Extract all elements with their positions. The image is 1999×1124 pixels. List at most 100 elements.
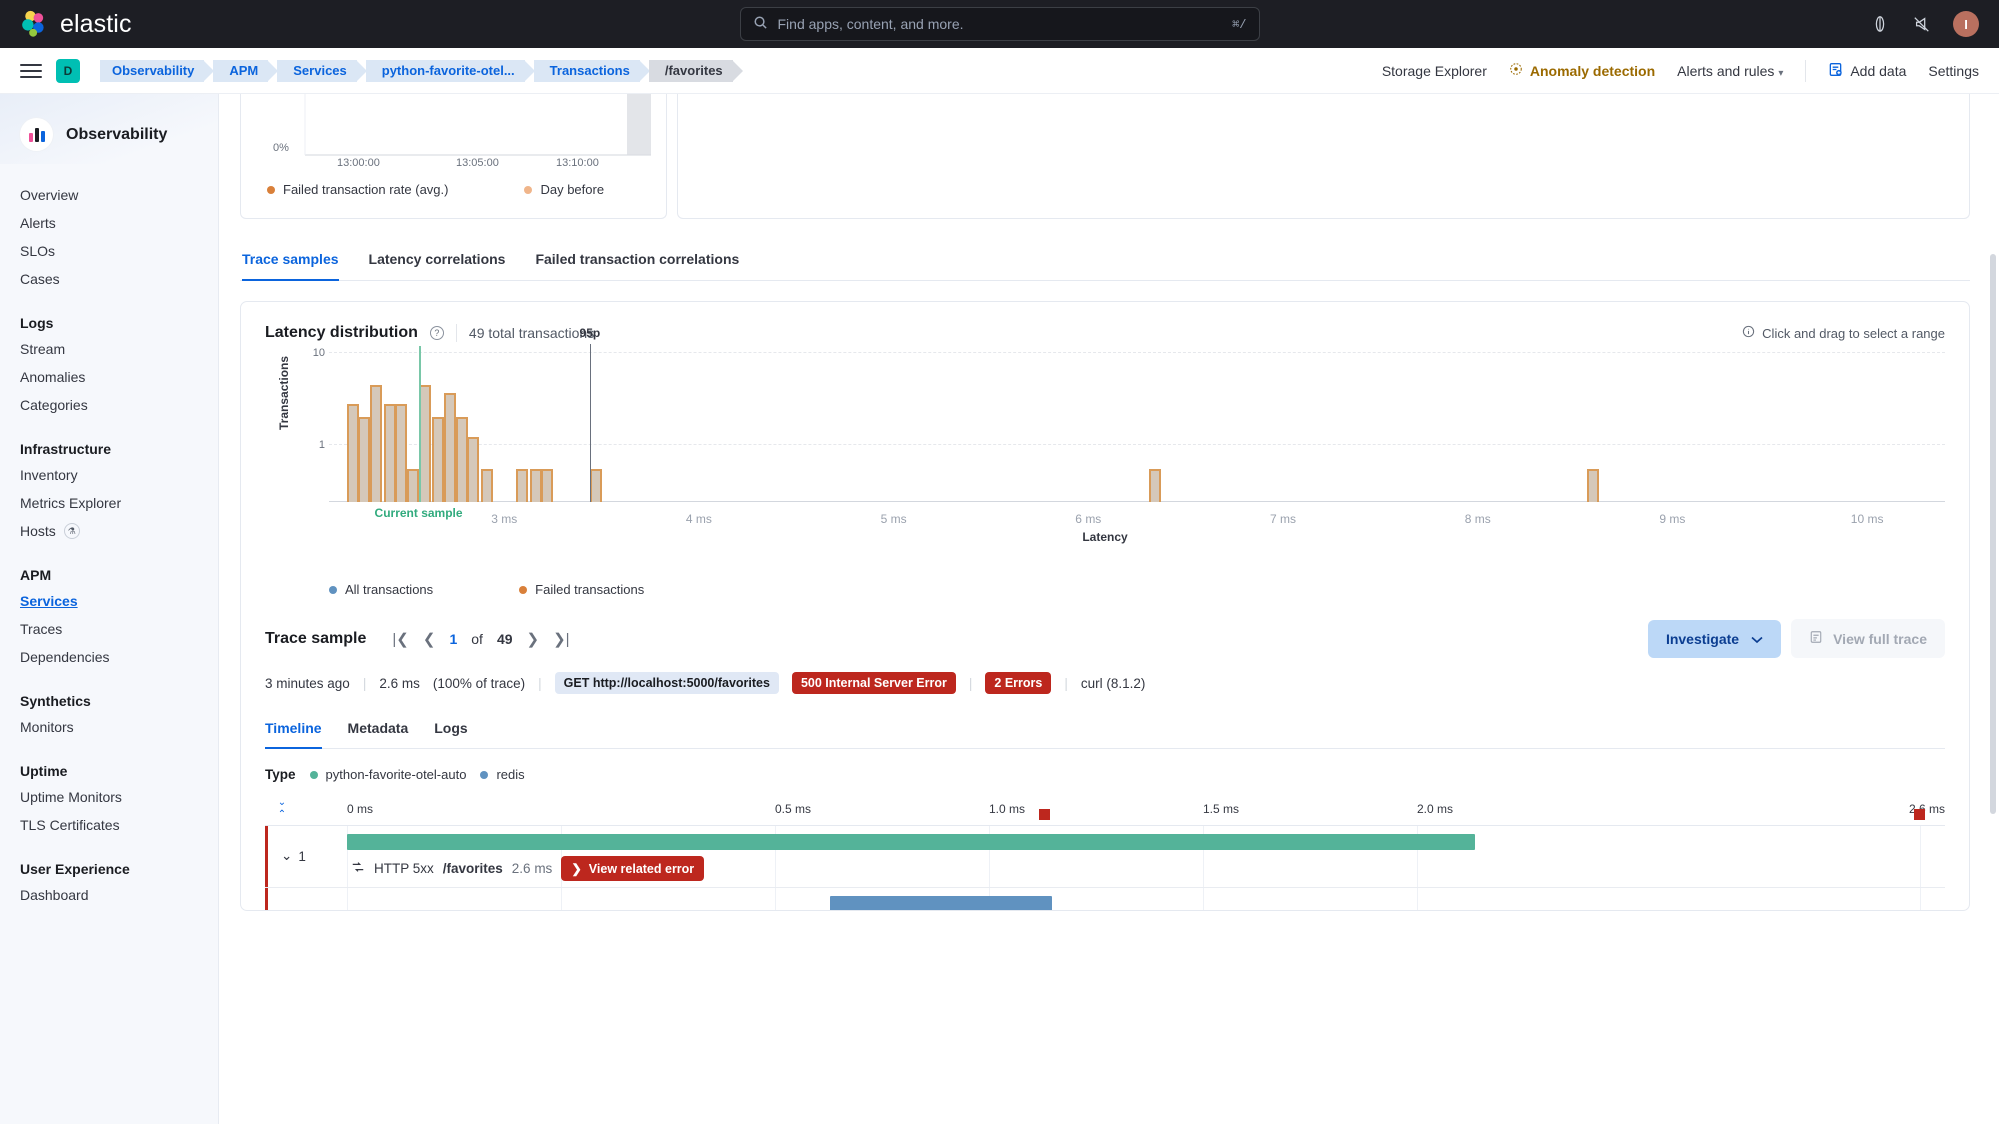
sidebar-item-monitors[interactable]: Monitors [20, 713, 218, 741]
histogram-bar[interactable] [395, 403, 408, 502]
sidebar-item-traces[interactable]: Traces [20, 615, 218, 643]
histogram-bar[interactable] [455, 417, 468, 502]
table-row[interactable]: ⌄ 1 HTTP 5xx /favorites 2.6 ms ❯ View re… [265, 826, 1945, 888]
view-related-error-button[interactable]: ❯ View related error [561, 856, 705, 881]
sidebar-item-categories[interactable]: Categories [20, 391, 218, 419]
errors-badge[interactable]: 2 Errors [985, 672, 1052, 694]
tab-timeline[interactable]: Timeline [265, 710, 322, 749]
sidebar-item-hosts[interactable]: Hosts ⚗ [20, 517, 218, 545]
sidebar-item-anomalies[interactable]: Anomalies [20, 363, 218, 391]
breadcrumb-item-service[interactable]: python-favorite-otel... [365, 59, 535, 82]
tab-trace-samples[interactable]: Trace samples [242, 241, 339, 281]
sidebar-item-cases[interactable]: Cases [20, 265, 218, 293]
sidebar-item-stream[interactable]: Stream [20, 335, 218, 363]
question-mark-icon[interactable]: ? [429, 326, 444, 340]
breadcrumb-item-transactions[interactable]: Transactions [533, 59, 651, 82]
chevron-down-icon: ⌄ [281, 848, 293, 863]
investigate-button[interactable]: Investigate [1647, 619, 1782, 658]
next-page-icon[interactable]: ❯ [527, 630, 540, 648]
view-full-trace-button[interactable]: View full trace [1791, 619, 1945, 658]
histogram-bar[interactable] [383, 403, 396, 502]
tab-latency-correlations[interactable]: Latency correlations [369, 241, 506, 281]
histogram-bar[interactable] [589, 469, 603, 502]
previous-page-icon[interactable]: ❮ [423, 630, 436, 648]
histogram-bar[interactable] [346, 403, 359, 502]
histogram-bar[interactable] [432, 417, 445, 502]
nav-storage-explorer[interactable]: Storage Explorer [1382, 63, 1487, 79]
histogram-bar[interactable] [1586, 469, 1599, 502]
nav-anomaly-detection[interactable]: Anomaly detection [1509, 62, 1655, 79]
nav-add-data[interactable]: Add data [1828, 62, 1906, 80]
app-shell: Observability Overview Alerts SLOs Cases… [0, 94, 1999, 1124]
legend-failed-transaction-rate[interactable]: Failed transaction rate (avg.) [267, 182, 448, 197]
failed-rate-xtick-2: 13:10:00 [556, 157, 599, 169]
breadcrumb-item-apm[interactable]: APM [213, 59, 279, 82]
sidebar-item-metrics-explorer[interactable]: Metrics Explorer [20, 489, 218, 517]
search-icon [753, 15, 768, 33]
info-icon [1742, 325, 1755, 341]
histogram-bar[interactable] [529, 469, 542, 502]
histogram-bar[interactable] [369, 384, 383, 502]
page-scrollbar[interactable] [1990, 254, 1996, 814]
legend-day-before[interactable]: Day before [524, 182, 604, 197]
sidebar-item-dependencies[interactable]: Dependencies [20, 643, 218, 671]
legend-service-python-favorite-otel-auto[interactable]: python-favorite-otel-auto [309, 767, 466, 782]
elastic-logo-icon [20, 10, 48, 38]
histogram-bar[interactable] [406, 469, 420, 502]
nav-alerts-and-rules[interactable]: Alerts and rules ▾ [1677, 63, 1783, 79]
chevron-right-icon: ❯ [571, 862, 582, 876]
table-row[interactable]: SMEMBERS 520 µs ❯ View related error [265, 888, 1945, 910]
nav-settings[interactable]: Settings [1928, 63, 1979, 79]
row-expander[interactable]: ⌄ 1 [281, 848, 306, 864]
first-page-icon[interactable]: |❮ [392, 630, 408, 648]
breadcrumb-item-observability[interactable]: Observability [100, 59, 215, 82]
histogram-bar[interactable] [541, 469, 554, 502]
breadcrumb-bar: D Observability APM Services python-favo… [0, 48, 1999, 94]
histogram-bar[interactable] [480, 469, 494, 502]
failed-transaction-rate-chart[interactable] [241, 94, 666, 156]
histogram-bar[interactable] [467, 436, 480, 502]
sidebar-item-alerts[interactable]: Alerts [20, 209, 218, 237]
latency-distribution-chart[interactable]: Transactions 10 1 95p 3 ms 4 ms 5 ms 6 ms 7 … [265, 326, 1945, 552]
gridline-10 [329, 352, 1945, 353]
sidebar-item-tls-certificates[interactable]: TLS Certificates [20, 811, 218, 839]
help-icon[interactable] [1869, 13, 1891, 35]
tab-metadata[interactable]: Metadata [348, 710, 409, 749]
legend-dot-icon [309, 770, 318, 779]
avatar[interactable]: I [1953, 11, 1979, 37]
histogram-bar[interactable] [358, 417, 371, 502]
sidebar-item-uptime-monitors[interactable]: Uptime Monitors [20, 783, 218, 811]
legend-all-transactions[interactable]: All transactions [329, 582, 433, 597]
tab-logs[interactable]: Logs [434, 710, 467, 749]
global-search[interactable]: ⌘/ [739, 7, 1260, 41]
legend-service-redis[interactable]: redis [480, 767, 525, 782]
space-badge[interactable]: D [56, 58, 80, 83]
megaphone-icon[interactable] [1911, 13, 1933, 35]
histogram-bar[interactable] [443, 393, 457, 502]
breadcrumb-item-services[interactable]: Services [277, 59, 367, 82]
tab-failed-transaction-correlations[interactable]: Failed transaction correlations [535, 241, 739, 281]
observability-logo-icon [20, 118, 53, 151]
histogram-bar[interactable] [515, 469, 529, 502]
sidebar-item-services[interactable]: Services [20, 587, 218, 615]
sidebar-item-slos[interactable]: SLOs [20, 237, 218, 265]
span-bar[interactable] [830, 896, 1052, 910]
sidebar-item-inventory[interactable]: Inventory [20, 461, 218, 489]
search-input[interactable] [777, 16, 1223, 32]
elastic-brand[interactable]: elastic [20, 10, 132, 39]
histogram-bar[interactable] [1148, 469, 1161, 502]
span-bar[interactable] [347, 834, 1475, 850]
trace-url-badge: GET http://localhost:5000/favorites [554, 672, 779, 694]
menu-toggle-icon[interactable] [20, 63, 42, 78]
beaker-icon: ⚗ [63, 523, 80, 539]
trace-sample-pager: |❮ ❮ 1 of 49 ❯ ❯| [392, 630, 569, 648]
last-page-icon[interactable]: ❯| [553, 630, 569, 648]
waterfall-error-marker[interactable] [1914, 809, 1925, 820]
chart-plot-area[interactable]: 95p [329, 326, 1945, 502]
waterfall-error-marker[interactable] [1039, 809, 1050, 820]
waterfall-rows: ⌄ 1 HTTP 5xx /favorites 2.6 ms ❯ View re… [265, 826, 1945, 910]
sidebar-item-overview[interactable]: Overview [20, 181, 218, 209]
legend-failed-transactions[interactable]: Failed transactions [519, 582, 644, 597]
sidebar-item-dashboard[interactable]: Dashboard [20, 881, 218, 909]
collapse-rows-icon[interactable]: ⌄ ⌃ [271, 798, 293, 820]
